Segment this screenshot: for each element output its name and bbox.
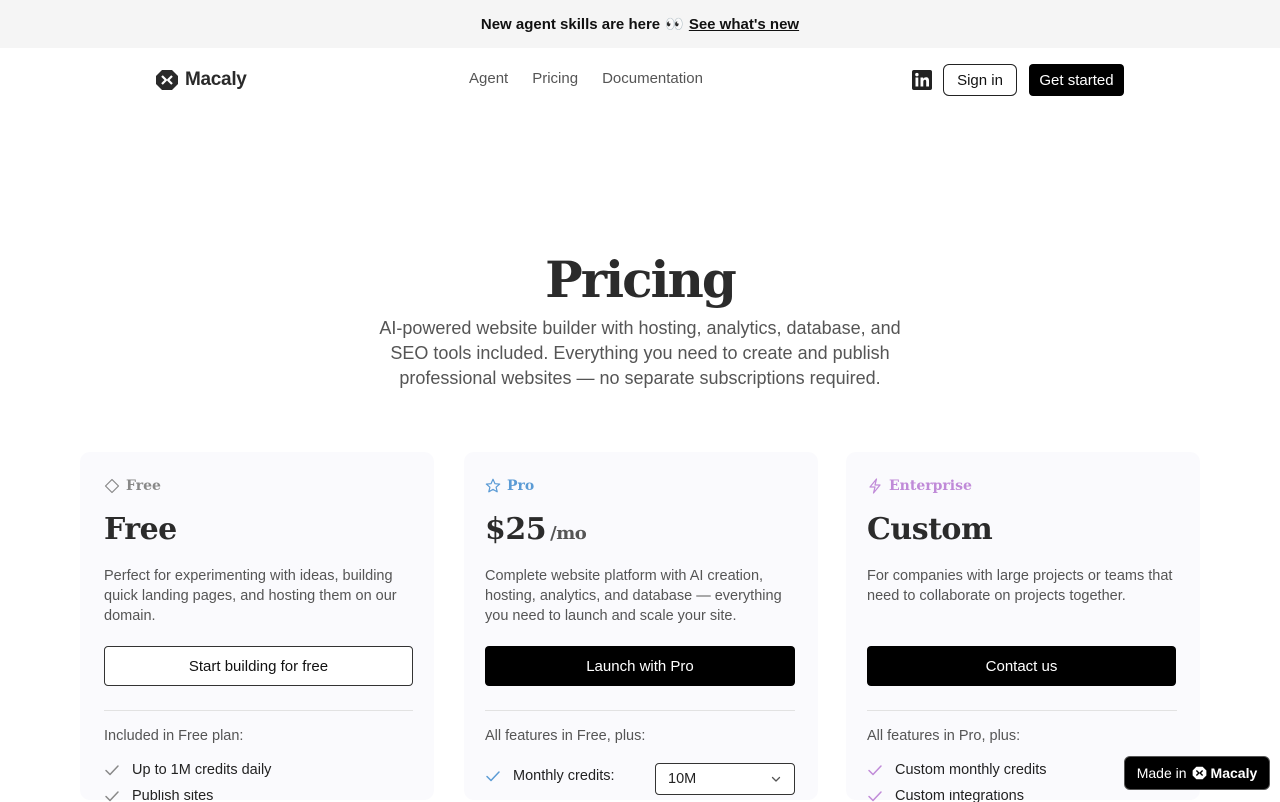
see-whats-new-link[interactable]: See what's new bbox=[689, 16, 799, 33]
star-icon bbox=[485, 478, 501, 493]
chevron-down-icon bbox=[771, 776, 781, 782]
price-value: Custom bbox=[867, 512, 993, 547]
plan-card-pro: Pro $25 /mo Complete website platform wi… bbox=[464, 452, 818, 800]
divider bbox=[485, 710, 795, 711]
nav-link-pricing[interactable]: Pricing bbox=[532, 70, 578, 87]
feature-item: Custom monthly credits bbox=[867, 762, 1047, 778]
price-value: $25 bbox=[485, 512, 547, 547]
plan-card-enterprise: Enterprise Custom For companies with lar… bbox=[846, 452, 1200, 802]
plan-tag: Enterprise bbox=[867, 478, 972, 494]
contact-us-button[interactable]: Contact us bbox=[867, 646, 1176, 686]
feature-item: Up to 1M credits daily bbox=[104, 762, 271, 778]
check-icon bbox=[868, 765, 882, 776]
plan-description: Complete website platform with AI creati… bbox=[485, 568, 782, 624]
lightning-icon bbox=[869, 478, 881, 494]
made-in-macaly-badge[interactable]: Made in Macaly bbox=[1124, 756, 1270, 790]
eyes-emoji: 👀 bbox=[665, 16, 684, 33]
start-building-free-button[interactable]: Start building for free bbox=[104, 646, 413, 686]
plan-tag-label: Free bbox=[126, 478, 161, 494]
plan-description: Perfect for experimenting with ideas, bu… bbox=[104, 568, 397, 624]
included-heading: All features in Free, plus: bbox=[485, 728, 646, 744]
badge-brand-name: Macaly bbox=[1210, 765, 1258, 781]
price-period: /mo bbox=[550, 523, 587, 544]
feature-label: Custom monthly credits bbox=[895, 762, 1047, 778]
linkedin-icon[interactable] bbox=[912, 70, 932, 90]
nav-link-documentation[interactable]: Documentation bbox=[602, 70, 703, 87]
select-value: 10M bbox=[668, 771, 697, 787]
made-in-label: Made in bbox=[1136, 765, 1187, 781]
top-nav: Macaly Agent Pricing Documentation Sign … bbox=[0, 48, 1280, 112]
plan-price: Custom bbox=[867, 512, 993, 547]
feature-label: Monthly credits: bbox=[513, 768, 615, 784]
get-started-button[interactable]: Get started bbox=[1029, 64, 1124, 96]
price-value: Free bbox=[104, 512, 177, 547]
sign-in-button[interactable]: Sign in bbox=[943, 64, 1017, 96]
plan-tag: Free bbox=[104, 478, 161, 494]
check-icon bbox=[868, 791, 882, 802]
announcement-text: New agent skills are here bbox=[480, 15, 661, 33]
plan-tag-label: Enterprise bbox=[889, 478, 972, 494]
nav-links: Agent Pricing Documentation bbox=[469, 70, 703, 87]
feature-item: Custom integrations bbox=[867, 790, 1024, 802]
check-icon bbox=[105, 791, 119, 802]
monthly-credits-select[interactable]: 10M bbox=[655, 763, 795, 795]
nav-link-agent[interactable]: Agent bbox=[469, 70, 508, 87]
plan-price: Free bbox=[104, 512, 177, 547]
announcement-bar: New agent skills are here 👀 See what's n… bbox=[0, 0, 1280, 48]
plan-description: For companies with large projects or tea… bbox=[867, 568, 1173, 604]
feature-item: Monthly credits: bbox=[485, 768, 615, 784]
plan-tag: Pro bbox=[485, 478, 534, 494]
divider bbox=[104, 710, 413, 711]
macaly-logo-icon bbox=[156, 70, 178, 90]
feature-label: Up to 1M credits daily bbox=[132, 762, 272, 778]
plan-card-free: Free Free Perfect for experimenting with… bbox=[80, 452, 434, 802]
tag-icon bbox=[104, 478, 120, 494]
brand-name: Macaly bbox=[185, 69, 247, 90]
macaly-logo-icon bbox=[1192, 766, 1206, 780]
page-subtitle: AI-powered website builder with hosting,… bbox=[379, 318, 901, 388]
feature-label: Publish sites bbox=[132, 790, 214, 802]
plan-price: $25 /mo bbox=[485, 512, 587, 547]
launch-with-pro-button[interactable]: Launch with Pro bbox=[485, 646, 795, 686]
brand-logo[interactable]: Macaly bbox=[155, 68, 247, 92]
divider bbox=[867, 710, 1177, 711]
plan-tag-label: Pro bbox=[507, 478, 535, 494]
check-icon bbox=[486, 771, 500, 782]
feature-item: Publish sites bbox=[104, 790, 213, 802]
feature-label: Custom integrations bbox=[895, 790, 1024, 802]
badge-brand: Macaly bbox=[1192, 765, 1258, 781]
check-icon bbox=[105, 765, 119, 776]
included-heading: All features in Pro, plus: bbox=[867, 728, 1021, 744]
page-title: Pricing bbox=[545, 250, 737, 309]
included-heading: Included in Free plan: bbox=[104, 728, 244, 744]
